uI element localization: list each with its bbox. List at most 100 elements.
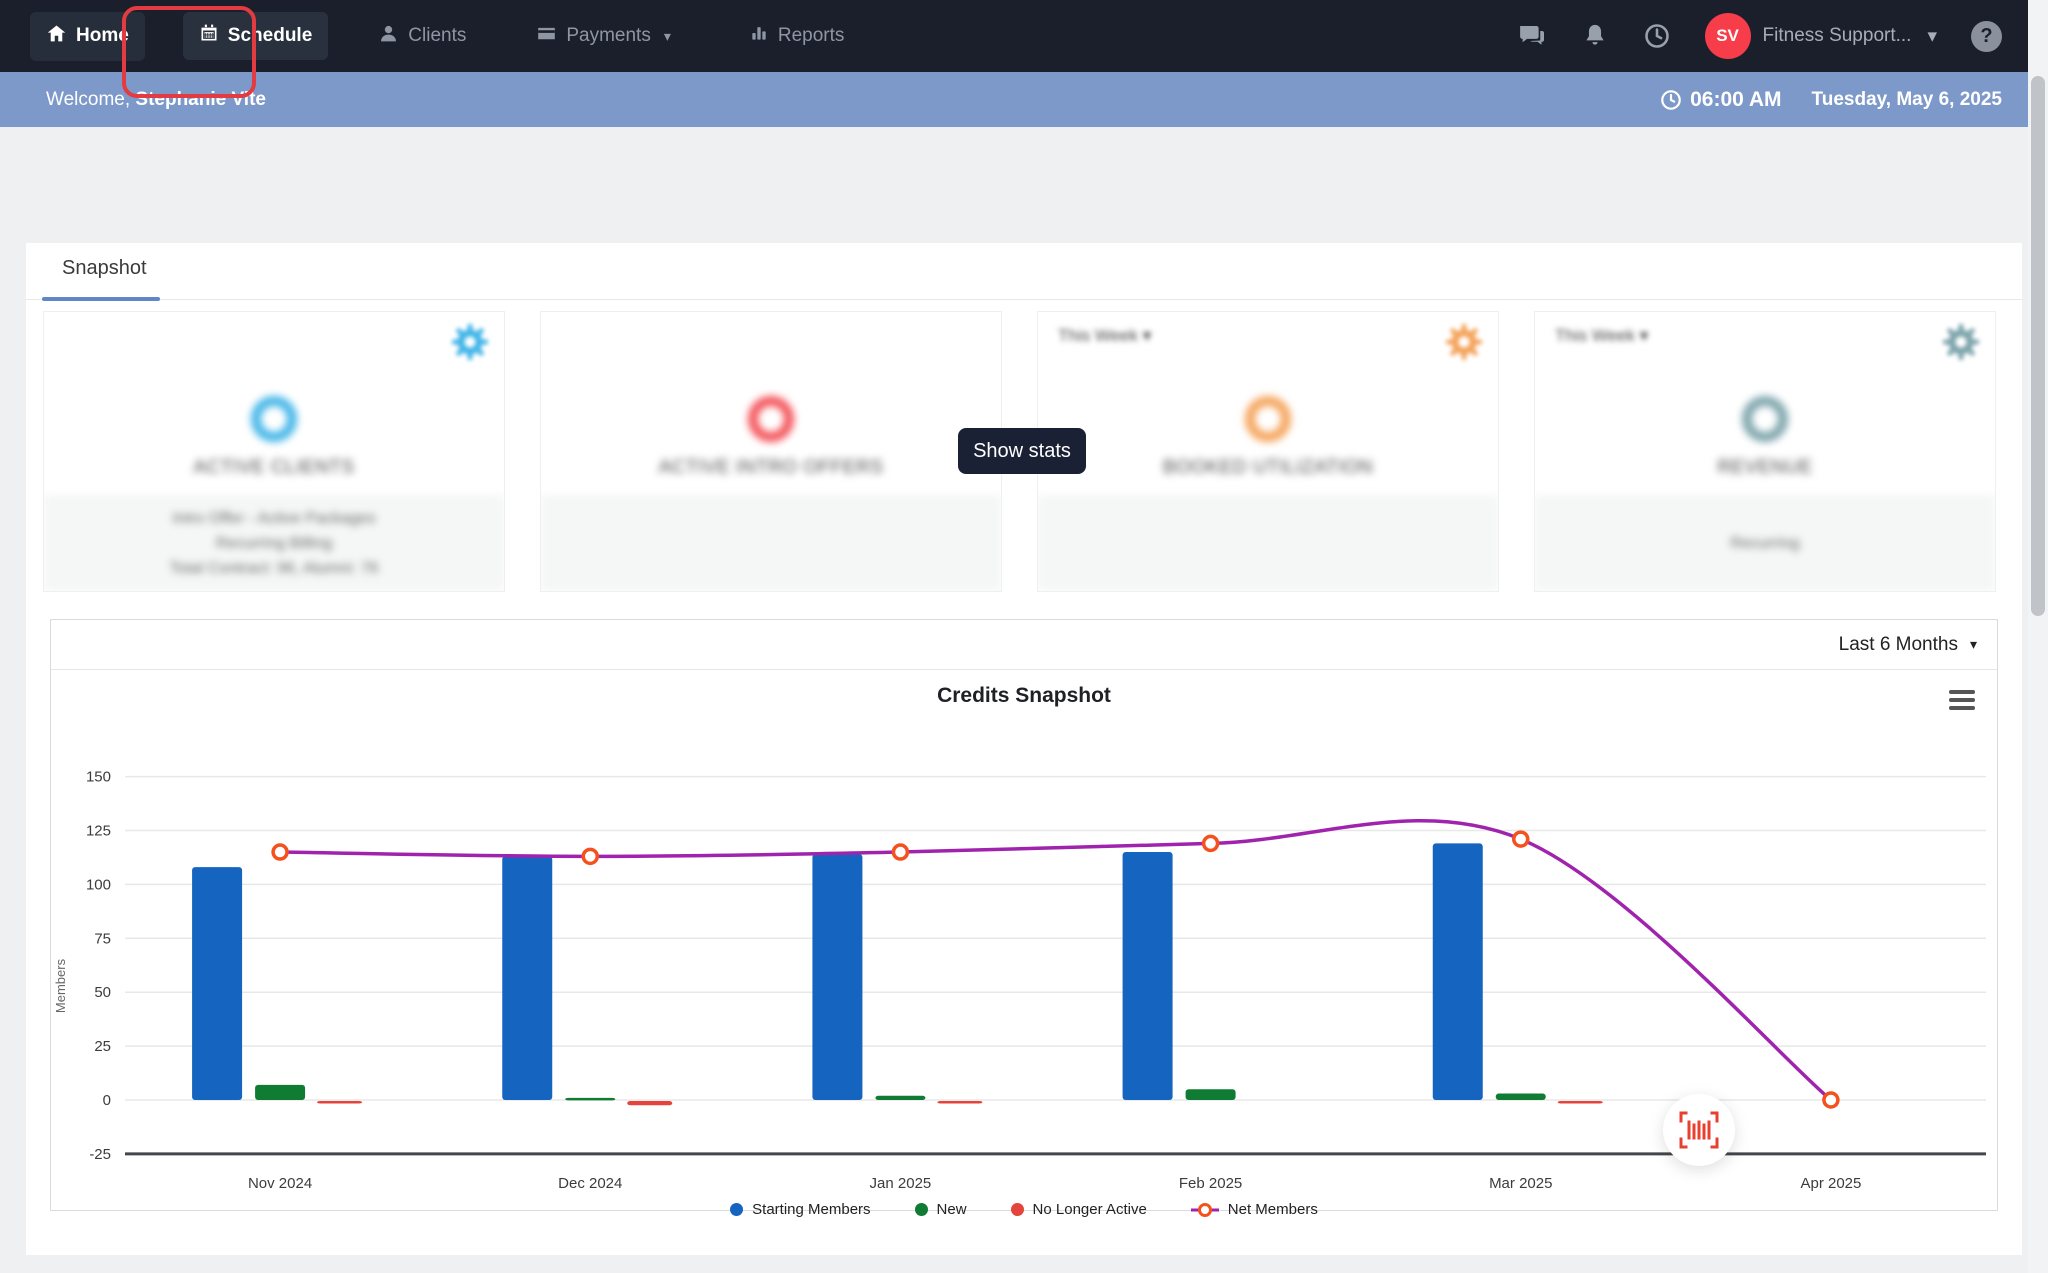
chart-title: Credits Snapshot: [937, 684, 1111, 707]
bar: [812, 854, 863, 1100]
stat-card-footer: [541, 495, 1001, 591]
top-nav: Home Schedule Clients Payments ▾ Reports…: [0, 0, 2048, 72]
current-time: 06:00 AM: [1660, 87, 1782, 112]
avatar[interactable]: SV: [1704, 13, 1751, 59]
y-axis-label: Members: [53, 958, 68, 1013]
barcode-loading-icon: [1678, 1109, 1720, 1151]
nav-item-home[interactable]: Home: [30, 11, 145, 61]
gear-icon[interactable]: [1942, 323, 1980, 365]
chat-icon[interactable]: [1517, 21, 1547, 51]
stat-footer-line: Recurring: [1730, 534, 1800, 552]
y-tick-label: 75: [94, 930, 111, 947]
legend-item-new: New: [914, 1201, 967, 1218]
line-marker: [1512, 830, 1530, 848]
legend-label: Net Members: [1227, 1201, 1318, 1218]
bar: [875, 1095, 926, 1100]
legend-label: No Longer Active: [1032, 1201, 1147, 1218]
chevron-down-icon: ▾: [1927, 25, 1937, 47]
bar-series-new: [255, 1084, 1546, 1101]
stat-card-title: ACTIVE CLIENTS: [193, 457, 355, 478]
y-tick-label: 125: [86, 823, 111, 840]
x-tick-label: Mar 2025: [1489, 1175, 1552, 1192]
range-selector-label: Last 6 Months: [1838, 633, 1958, 655]
chevron-down-icon: ▾: [1969, 636, 1977, 652]
account-menu[interactable]: SV Fitness Support... ▾: [1704, 13, 1937, 59]
tab-row: Snapshot: [26, 243, 2022, 301]
account-label: Fitness Support...: [1762, 25, 1912, 46]
nav-right: SV Fitness Support... ▾ ?: [1517, 13, 2048, 59]
gear-icon[interactable]: [451, 323, 489, 365]
stat-card-active-intro-offers: ACTIVE INTRO OFFERS: [540, 311, 1002, 592]
line-marker: [271, 843, 289, 861]
stat-footer-line: Total Contract: 96, Alumni: 76: [169, 559, 379, 577]
legend-label: New: [936, 1201, 967, 1218]
line-marker: [1201, 834, 1220, 853]
range-selector-dropdown[interactable]: Last 6 Months ▾: [1839, 634, 1977, 656]
nav-item-reports[interactable]: Reports: [733, 12, 861, 60]
nav-item-label: Payments: [566, 25, 651, 46]
loading-spinner-badge: [1663, 1094, 1735, 1166]
stat-card-title: REVENUE: [1717, 457, 1813, 478]
bell-icon[interactable]: [1581, 22, 1609, 50]
stat-card-footer: Intro Offer - Active Packages Recurring B…: [44, 495, 504, 591]
stat-card-revenue: This Week ▾ REVENUE Recurring: [1534, 311, 1996, 592]
stat-donut-icon: [1245, 396, 1291, 442]
line-marker: [891, 843, 910, 861]
bar: [1557, 1101, 1603, 1104]
stat-card-active-clients: ACTIVE CLIENTS Intro Offer - Active Packa…: [43, 311, 505, 592]
show-stats-button[interactable]: Show stats: [958, 428, 1086, 474]
home-icon: [46, 23, 67, 50]
legend-dot: [1010, 1203, 1024, 1216]
bar: [1185, 1089, 1236, 1100]
y-tick-label: 0: [103, 1092, 111, 1109]
user-name: Stephanie Vite: [135, 88, 266, 110]
date-text: Tuesday, May 6, 2025: [1811, 88, 2002, 110]
nav-item-schedule[interactable]: Schedule: [182, 12, 329, 60]
legend-item-net-members: Net Members: [1190, 1201, 1318, 1218]
bar: [502, 856, 553, 1100]
legend-dot: [730, 1203, 744, 1216]
legend-dot: [914, 1203, 928, 1216]
chart-panel-header: Last 6 Months ▾: [51, 620, 1997, 670]
card-period-dropdown[interactable]: This Week ▾: [1058, 326, 1151, 346]
nav-item-payments[interactable]: Payments ▾: [520, 12, 687, 61]
stat-donut-icon: [251, 396, 297, 442]
legend-item-starting-members: Starting Members: [730, 1201, 871, 1218]
greeting-prefix: Welcome,: [46, 88, 136, 110]
bar: [1432, 843, 1483, 1100]
bar: [565, 1097, 616, 1101]
scrollbar[interactable]: [2028, 0, 2048, 1273]
welcome-text: Welcome, Stephanie Vite: [46, 89, 266, 111]
y-tick-label: -25: [89, 1146, 111, 1163]
y-tick-label: 150: [86, 769, 111, 786]
scrollbar-thumb[interactable]: [2031, 76, 2045, 616]
nav-item-label: Reports: [777, 25, 845, 46]
nav-item-label: Clients: [408, 25, 467, 46]
x-tick-label: Apr 2025: [1800, 1175, 1861, 1192]
nav-item-label: Schedule: [227, 25, 313, 46]
stat-card-upper: This Week ▾ BOOKED UTILIZATION: [1038, 312, 1498, 497]
hamburger-menu-icon[interactable]: [1949, 690, 1975, 714]
gear-icon[interactable]: [1445, 323, 1483, 365]
x-tick-label: Feb 2025: [1179, 1175, 1242, 1192]
tab-snapshot[interactable]: Snapshot: [62, 257, 147, 280]
line-marker: [1822, 1091, 1840, 1109]
help-icon[interactable]: ?: [1971, 20, 2002, 52]
card-period-dropdown[interactable]: This Week ▾: [1555, 326, 1648, 346]
x-tick-label: Jan 2025: [870, 1175, 932, 1192]
stat-card-title: ACTIVE INTRO OFFERS: [658, 457, 884, 478]
bar: [1122, 852, 1173, 1100]
calendar-icon: [199, 23, 219, 49]
time-text: 06:00 AM: [1690, 87, 1782, 111]
y-tick-label: 50: [94, 984, 111, 1001]
stat-card-upper: ACTIVE CLIENTS: [44, 312, 504, 497]
stat-card-upper: This Week ▾ REVENUE: [1535, 312, 1995, 497]
nav-left: Home Schedule Clients Payments ▾ Reports: [0, 11, 861, 61]
nav-item-clients[interactable]: Clients: [362, 12, 482, 61]
legend-line-marker: [1190, 1202, 1219, 1218]
x-tick-label: Dec 2024: [558, 1175, 622, 1192]
welcome-bar: Welcome, Stephanie Vite 06:00 AM Tuesday…: [0, 72, 2048, 127]
bar-chart-icon: [749, 23, 769, 49]
stat-card-upper: ACTIVE INTRO OFFERS: [541, 312, 1001, 497]
clock-icon[interactable]: [1643, 22, 1671, 50]
